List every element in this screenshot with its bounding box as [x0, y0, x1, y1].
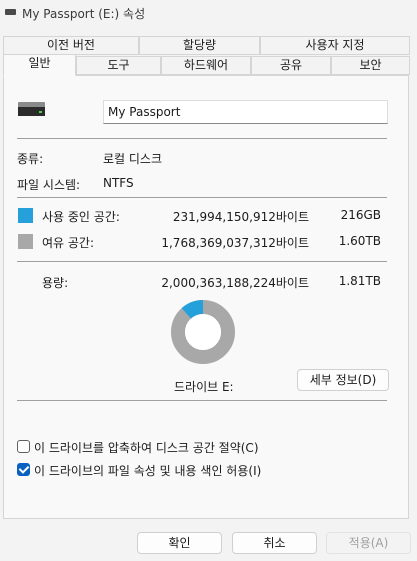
drive-name-input[interactable] [103, 100, 388, 124]
tab-previous-versions[interactable]: 이전 버전 [3, 36, 139, 55]
tab-security[interactable]: 보안 [331, 56, 410, 75]
free-space-label: 여유 공간: [42, 236, 95, 250]
ok-button[interactable]: 확인 [137, 532, 222, 554]
window-title: My Passport (E:) 속성 [22, 7, 146, 21]
index-checkbox[interactable] [17, 463, 30, 476]
tab-row-top: 이전 버전 할당량 사용자 지정 [3, 36, 412, 55]
separator [17, 261, 387, 262]
separator [17, 400, 387, 401]
capacity-bytes: 2,000,363,188,224바이트 [161, 276, 309, 290]
drive-letter-label: 드라이브 E: [174, 380, 234, 394]
compress-checkbox-label[interactable]: 이 드라이브를 압축하여 디스크 공간 절약(C) [34, 439, 259, 456]
details-button[interactable]: 세부 정보(D) [297, 369, 389, 391]
file-system-label: 파일 시스템: [17, 178, 81, 192]
free-space-size: 1.60TB [338, 234, 381, 248]
capacity-label: 용량: [42, 276, 69, 290]
capacity-size: 1.81TB [338, 274, 381, 288]
used-space-label: 사용 중인 공간: [42, 210, 120, 224]
separator [17, 138, 387, 139]
hard-drive-icon [18, 102, 45, 116]
free-space-bytes: 1,768,369,037,312바이트 [161, 236, 309, 250]
tab-tools[interactable]: 도구 [76, 56, 161, 75]
compress-checkbox[interactable] [17, 440, 30, 453]
apply-button[interactable]: 적용(A) [326, 532, 411, 554]
disk-usage-donut [170, 299, 236, 365]
used-space-bytes: 231,994,150,912바이트 [172, 210, 309, 224]
tab-general[interactable]: 일반 [3, 54, 76, 76]
drive-icon [5, 9, 16, 15]
title-bar: My Passport (E:) 속성 [0, 0, 417, 26]
tab-customize[interactable]: 사용자 지정 [260, 36, 410, 55]
type-label: 종류: [17, 152, 44, 166]
type-value: 로컬 디스크 [103, 152, 163, 166]
separator [17, 197, 387, 198]
used-space-swatch [18, 208, 33, 223]
cancel-button[interactable]: 취소 [232, 532, 317, 554]
used-space-size: 216GB [340, 208, 381, 222]
tab-quota[interactable]: 할당량 [139, 36, 260, 55]
tab-sharing[interactable]: 공유 [251, 56, 331, 75]
tab-hardware[interactable]: 하드웨어 [161, 56, 251, 75]
free-space-swatch [18, 234, 33, 249]
index-checkbox-label[interactable]: 이 드라이브의 파일 속성 및 내용 색인 허용(I) [34, 462, 261, 479]
file-system-value: NTFS [103, 176, 134, 190]
tab-row-bottom: 일반 도구 하드웨어 공유 보안 [3, 54, 412, 76]
